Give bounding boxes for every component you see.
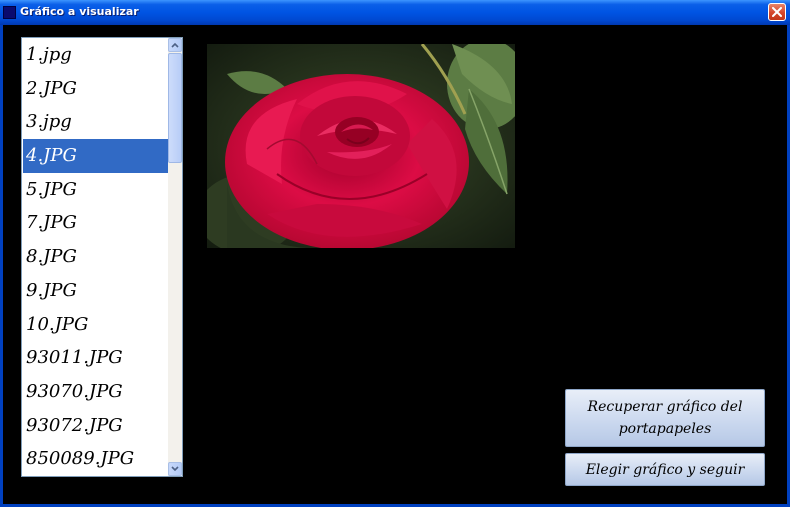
- recover-clipboard-button[interactable]: Recuperar gráfico del portapapeles: [565, 389, 765, 447]
- close-button[interactable]: [768, 3, 786, 21]
- scroll-down-button[interactable]: [168, 462, 182, 476]
- file-list-item[interactable]: 7.JPG: [23, 206, 168, 240]
- image-preview: [207, 44, 515, 248]
- file-list-item[interactable]: 8.JPG: [23, 240, 168, 274]
- file-list-item[interactable]: 850089.JPG: [23, 442, 168, 476]
- main-window: Gráfico a visualizar 1.jpg 2.JPG 3.jpg 4.JP…: [0, 0, 790, 507]
- close-icon: [772, 7, 782, 17]
- file-list-item[interactable]: 4.JPG: [23, 139, 168, 173]
- chevron-up-icon: [171, 42, 179, 48]
- chevron-down-icon: [171, 466, 179, 472]
- window-title: Gráfico a visualizar: [20, 5, 139, 18]
- window-frame-left: [0, 25, 3, 507]
- scroll-thumb[interactable]: [168, 53, 182, 163]
- rose-image: [207, 44, 515, 248]
- app-icon: [3, 6, 16, 19]
- file-list-item[interactable]: 93070.JPG: [23, 375, 168, 409]
- file-list-item[interactable]: 2.JPG: [23, 72, 168, 106]
- file-list-item[interactable]: 10.JPG: [23, 308, 168, 342]
- scroll-up-button[interactable]: [168, 38, 182, 52]
- file-list-item[interactable]: 93011.JPG: [23, 341, 168, 375]
- title-bar[interactable]: Gráfico a visualizar: [0, 0, 790, 25]
- file-list-item[interactable]: 9.JPG: [23, 274, 168, 308]
- file-list-item[interactable]: 5.JPG: [23, 173, 168, 207]
- file-listbox[interactable]: 1.jpg 2.JPG 3.jpg 4.JPG 5.JPG 7.JPG 8.JPG 9.JPG…: [21, 37, 183, 477]
- file-list: 1.jpg 2.JPG 3.jpg 4.JPG 5.JPG 7.JPG 8.JPG 9.JPG…: [23, 38, 168, 476]
- vertical-scrollbar[interactable]: [168, 38, 182, 476]
- file-list-item[interactable]: 3.jpg: [23, 105, 168, 139]
- file-list-item[interactable]: 93072.JPG: [23, 409, 168, 443]
- file-list-item[interactable]: 1.jpg: [23, 38, 168, 72]
- choose-image-button[interactable]: Elegir gráfico y seguir: [565, 453, 765, 486]
